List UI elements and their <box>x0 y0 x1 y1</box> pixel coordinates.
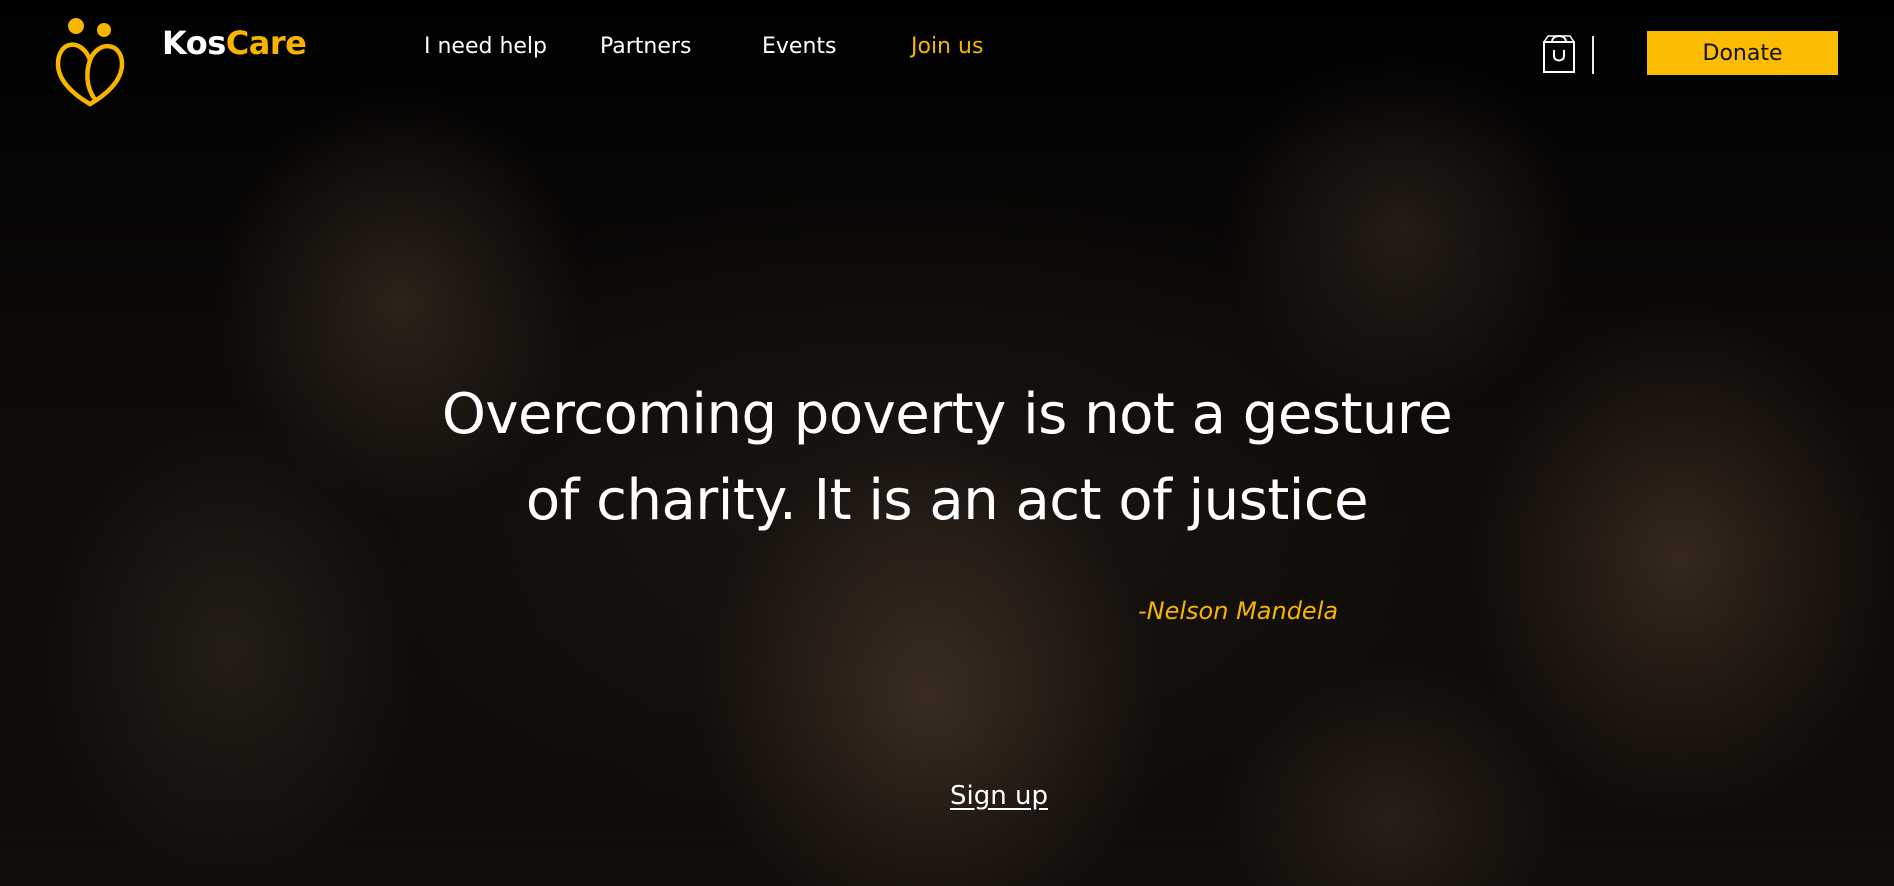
sign-up-link[interactable]: Sign up <box>950 781 1048 811</box>
logo-icon[interactable] <box>52 16 130 108</box>
nav-events[interactable]: Events <box>762 34 837 59</box>
nav-join-us[interactable]: Join us <box>911 34 983 59</box>
quote-line-1: Overcoming poverty is not a gesture <box>441 382 1453 447</box>
brand-name-part2: Care <box>225 24 307 62</box>
header-divider <box>1592 36 1594 74</box>
brand-name-part1: Kos <box>162 24 226 62</box>
hero-quote: Overcoming poverty is not a gesture of c… <box>347 372 1547 544</box>
nav-partners[interactable]: Partners <box>600 34 691 59</box>
shopping-bag-icon[interactable] <box>1542 32 1576 74</box>
hero-section: KosCare I need help Partners Events Join… <box>0 0 1894 886</box>
donate-button[interactable]: Donate <box>1647 31 1838 75</box>
site-header: KosCare I need help Partners Events Join… <box>0 0 1894 110</box>
quote-author: -Nelson Mandela <box>1138 597 1339 625</box>
quote-line-2: of charity. It is an act of justice <box>525 468 1369 533</box>
brand-name[interactable]: KosCare <box>162 24 307 62</box>
nav-i-need-help[interactable]: I need help <box>424 34 547 59</box>
